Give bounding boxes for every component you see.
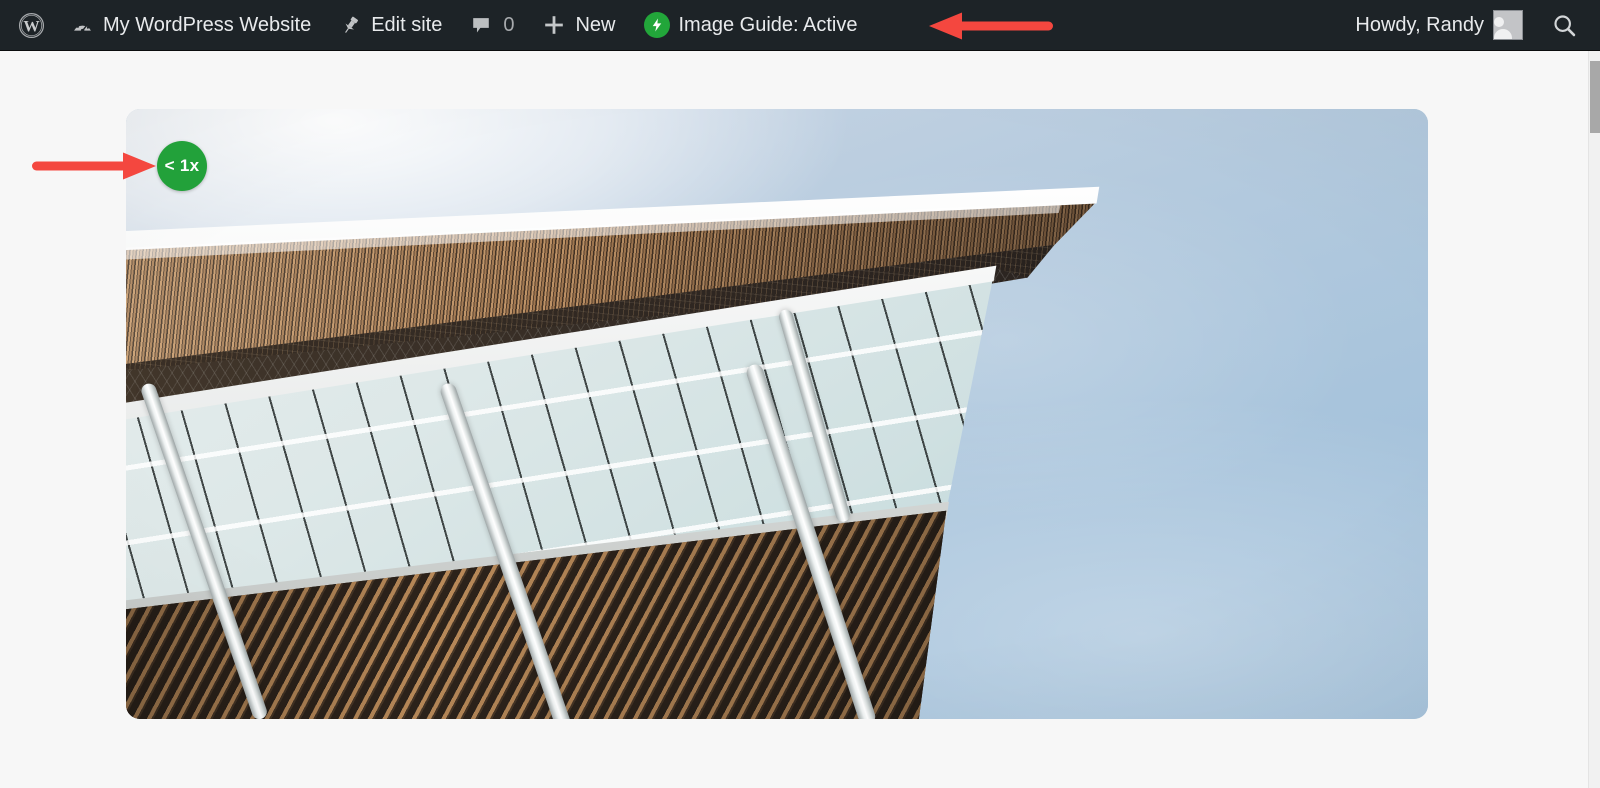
plus-icon xyxy=(542,13,566,37)
edit-site-label: Edit site xyxy=(371,14,443,36)
search-icon xyxy=(1551,12,1578,39)
comment-bubble-icon xyxy=(470,14,492,36)
comments-count: 0 xyxy=(503,14,515,36)
image-guide-menu-item[interactable]: Image Guide: Active xyxy=(630,0,872,51)
sidebar-item-site-name[interactable]: My WordPress Website xyxy=(57,0,325,51)
scrollbar-thumb[interactable] xyxy=(1590,61,1600,133)
account-menu[interactable]: Howdy, Randy xyxy=(1341,0,1537,51)
building-facade-photo[interactable]: < 1x xyxy=(126,109,1428,719)
green-bolt-icon xyxy=(643,12,670,38)
search-button[interactable] xyxy=(1537,0,1592,51)
comments-menu-item[interactable]: 0 xyxy=(456,0,528,51)
status-badge[interactable]: < 1x xyxy=(157,141,207,191)
wordpress-admin-bar: W My WordPress Website Edit site 0 New I… xyxy=(0,0,1600,51)
vertical-scrollbar[interactable] xyxy=(1588,51,1600,788)
svg-text:W: W xyxy=(23,16,40,35)
admin-bar-left-group: W My WordPress Website Edit site 0 New I… xyxy=(0,0,871,51)
wordpress-logo-menu[interactable]: W xyxy=(8,0,57,51)
image-guide-label: Image Guide: Active xyxy=(678,14,858,36)
account-greeting: Howdy, Randy xyxy=(1355,14,1484,36)
new-content-button[interactable]: New xyxy=(528,0,629,51)
admin-bar-right-group: Howdy, Randy xyxy=(1341,0,1600,51)
page-content: < 1x xyxy=(0,51,1588,788)
site-name-label: My WordPress Website xyxy=(103,14,312,36)
edit-site-button[interactable]: Edit site xyxy=(325,0,456,51)
dashboard-gauge-icon xyxy=(71,14,94,37)
pushpin-icon xyxy=(339,14,362,37)
browser-viewport: W My WordPress Website Edit site 0 New I… xyxy=(0,0,1600,788)
avatar xyxy=(1493,10,1523,40)
new-content-label: New xyxy=(575,14,616,36)
wordpress-logo-icon: W xyxy=(18,12,45,39)
